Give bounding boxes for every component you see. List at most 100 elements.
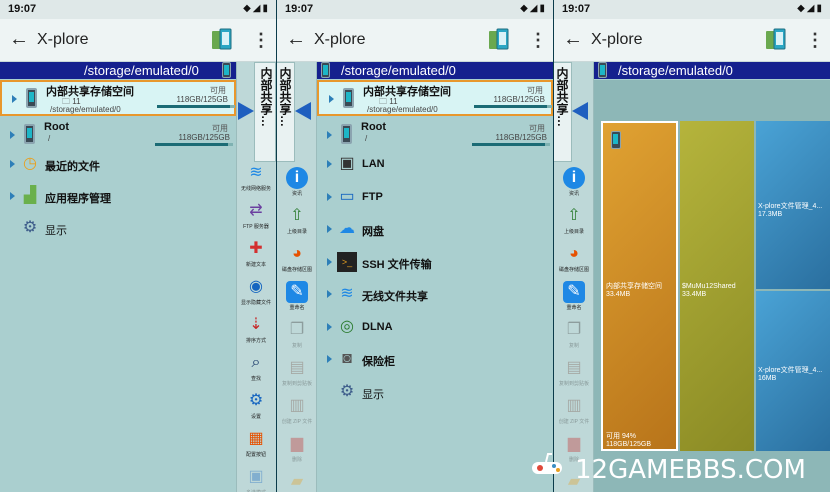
storage-row-root[interactable]: Root / 可用 118GB/125GB xyxy=(317,118,553,152)
expand-icon[interactable] xyxy=(327,192,332,201)
expand-icon[interactable] xyxy=(327,290,332,298)
menu-lan[interactable]: ▣ LAN xyxy=(317,149,553,179)
sidebar-button-label: 磁盘存储区图 xyxy=(558,267,589,273)
map-block-xplore-2[interactable]: X-plore文件管理_4... 16MB xyxy=(756,291,830,451)
sidebar-button-label: 重命名 xyxy=(566,305,582,311)
menu-cloud[interactable]: ☁ 网盘 xyxy=(317,214,553,244)
path-bar: /storage/emulated/0 xyxy=(594,62,830,79)
storage-path: / xyxy=(365,134,368,143)
expand-icon[interactable] xyxy=(327,131,332,139)
more-menu-icon[interactable]: ⋮ xyxy=(529,29,547,51)
sidebar-button-up-arrow[interactable]: ⇧ 上级目录 xyxy=(554,205,594,235)
back-arrow-icon[interactable]: ← xyxy=(285,28,307,50)
device-switch-icon[interactable] xyxy=(210,28,234,52)
pane-arrow-icon[interactable] xyxy=(295,102,311,120)
status-icons: ◆◢▮ xyxy=(243,3,270,14)
map-block-mumu[interactable]: $MuMu12Shared 33.4MB xyxy=(680,121,754,451)
menu-label: 显示 xyxy=(362,388,384,401)
sidebar-button-info[interactable]: i 资讯 xyxy=(554,167,594,197)
pane-tab[interactable]: 内部共享… xyxy=(277,62,295,162)
expand-icon[interactable] xyxy=(12,95,17,103)
expand-icon[interactable] xyxy=(10,192,15,200)
eye-icon: ◉ xyxy=(249,278,263,295)
device-switch-icon[interactable] xyxy=(764,28,788,52)
sidebar-button-label: 删除 xyxy=(291,457,302,463)
root-storage-icon xyxy=(24,124,35,144)
expand-icon[interactable] xyxy=(10,160,15,168)
menu-wifi[interactable]: ≋ 无线文件共享 xyxy=(317,279,553,309)
expand-icon[interactable] xyxy=(327,225,332,233)
sidebar-button-trash[interactable]: ▆ 删除 xyxy=(277,433,317,463)
expand-icon[interactable] xyxy=(327,257,332,266)
sidebar-button-label: 资讯 xyxy=(291,191,302,197)
sidebar-button-copy[interactable]: ❐ 复制 xyxy=(277,319,317,349)
sidebar-button-label: 创建 ZIP 文件 xyxy=(558,419,590,425)
menu-gears[interactable]: ⚙ 显示 xyxy=(317,377,553,407)
back-arrow-icon[interactable]: ← xyxy=(562,28,584,50)
status-bar: 19:07 ◆◢▮ xyxy=(0,0,276,19)
sidebar-button-info[interactable]: i 资讯 xyxy=(277,167,317,197)
sidebar-button-up-arrow[interactable]: ⇧ 上级目录 xyxy=(277,205,317,235)
sidebar-button-new-text[interactable]: ✚ 新建文本 xyxy=(236,238,276,268)
sidebar-button-pie[interactable]: ◕ 磁盘存储区图 xyxy=(277,243,317,273)
sidebar-button-sort[interactable]: ⇣ 排序方式 xyxy=(236,314,276,344)
sidebar-button-pie[interactable]: ◕ 磁盘存储区图 xyxy=(554,243,594,273)
sidebar-button-folder[interactable]: ▰新建文件夹 xyxy=(277,471,317,492)
search-icon: ⌕ xyxy=(251,354,261,371)
sidebar-button-rename[interactable]: ✎ 重命名 xyxy=(554,281,594,311)
map-block-xplore-1[interactable]: X-plore文件管理_4... 17.3MB xyxy=(756,121,830,289)
storage-name: 内部共享存储空间 xyxy=(46,86,134,98)
sidebar-button-multiselect[interactable]: ▣多选模式 xyxy=(236,466,276,492)
phone-storage-icon xyxy=(343,88,354,108)
sidebar-button-label: 排序方式 xyxy=(245,338,266,344)
sidebar-button-label: 磁盘存储区图 xyxy=(281,267,312,273)
back-arrow-icon[interactable]: ← xyxy=(8,28,30,50)
menu-monitor[interactable]: ▭ FTP xyxy=(317,182,553,212)
block-free: 可用 94% xyxy=(606,433,636,440)
sidebar-button-rename[interactable]: ✎ 重命名 xyxy=(277,281,317,311)
pane-tab[interactable]: 内部共享… xyxy=(554,62,572,162)
storage-size: 118GB/125GB xyxy=(178,133,230,142)
status-time: 19:07 xyxy=(562,3,591,15)
sidebar-button-gear[interactable]: ⚙ 设置 xyxy=(236,390,276,420)
pane-arrow-icon[interactable] xyxy=(238,102,254,120)
sidebar-button-clipboard[interactable]: ▤ 复制到剪贴板 xyxy=(277,357,317,387)
storage-row-root[interactable]: Root / 可用 118GB/125GB xyxy=(0,118,236,152)
sidebar-button-zip[interactable]: ▥ 创建 ZIP 文件 xyxy=(554,395,594,425)
storage-usage-bar xyxy=(474,105,552,108)
menu-recent-files[interactable]: ◷ 最近的文件 xyxy=(0,149,236,179)
menu-terminal[interactable]: >_ SSH 文件传输 xyxy=(317,247,553,277)
menu-label: 保险柜 xyxy=(362,356,395,368)
pane-tab[interactable]: 内部共享… xyxy=(254,62,276,162)
sidebar-button-clipboard[interactable]: ▤ 复制到剪贴板 xyxy=(554,357,594,387)
menu-label: 最近的文件 xyxy=(45,161,100,173)
gears-icon: ⚙ xyxy=(339,382,355,400)
sidebar-button-wifi[interactable]: ≋ 无线网络服务 xyxy=(236,162,276,192)
sidebar-button-eye[interactable]: ◉ 显示隐藏文件 xyxy=(236,276,276,306)
block-size: 33.4MB xyxy=(606,291,631,298)
menu-display[interactable]: ⚙ 显示 xyxy=(0,213,236,243)
expand-icon[interactable] xyxy=(10,131,15,139)
sidebar-button-zip[interactable]: ▥ 创建 ZIP 文件 xyxy=(277,395,317,425)
map-block-internal[interactable]: 内部共享存储空间 33.4MB 可用 94% 118GB/125GB xyxy=(601,121,678,451)
menu-app-manager[interactable]: ▟ 应用程序管理 xyxy=(0,181,236,211)
expand-icon[interactable] xyxy=(327,355,332,363)
expand-icon[interactable] xyxy=(327,322,332,331)
trash-icon: ▆ xyxy=(567,435,581,452)
more-menu-icon[interactable]: ⋮ xyxy=(806,29,824,51)
sidebar-button-copy[interactable]: ❐ 复制 xyxy=(554,319,594,349)
pane-arrow-icon[interactable] xyxy=(572,102,588,120)
sidebar-button-config-buttons[interactable]: ▦ 配置按钮 xyxy=(236,428,276,458)
device-switch-icon[interactable] xyxy=(487,28,511,52)
storage-row-internal[interactable]: 内部共享存储空间 🗀 11 /storage/emulated/0 可用 118… xyxy=(0,80,236,116)
storage-name: Root xyxy=(361,121,387,133)
more-menu-icon[interactable]: ⋮ xyxy=(252,29,270,51)
sidebar-button-ftp-server[interactable]: ⇄ FTP 服务器 xyxy=(236,200,276,230)
storage-path: /storage/emulated/0 xyxy=(50,105,121,114)
expand-icon[interactable] xyxy=(327,160,332,168)
menu-safe[interactable]: ◙ 保险柜 xyxy=(317,344,553,374)
storage-row-internal[interactable]: 内部共享存储空间 🗀 11 /storage/emulated/0 可用 118… xyxy=(317,80,553,116)
menu-dlna[interactable]: ◎ DLNA xyxy=(317,312,553,342)
sidebar-button-search[interactable]: ⌕ 查找 xyxy=(236,352,276,382)
expand-icon[interactable] xyxy=(329,95,334,103)
